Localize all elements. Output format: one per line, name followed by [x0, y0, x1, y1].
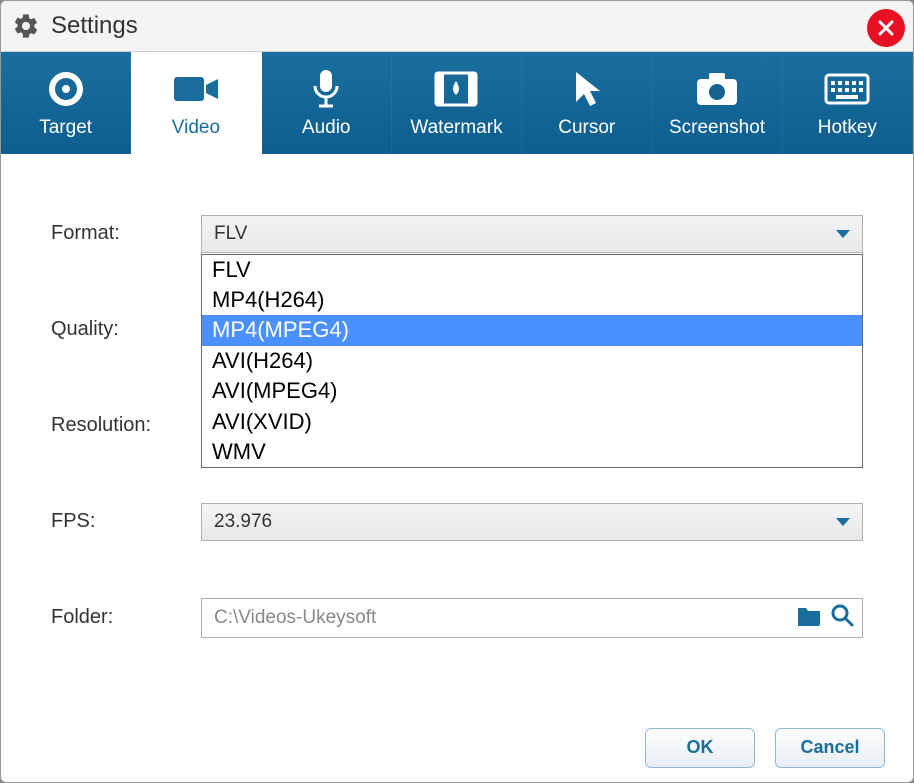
cursor-icon [570, 67, 604, 111]
content-panel: Format: FLV Quality: Resolution: FPS: 23… [1, 154, 913, 714]
tab-label: Hotkey [818, 117, 877, 139]
format-row: Format: FLV [51, 214, 863, 254]
tab-label: Target [39, 117, 92, 139]
close-button[interactable] [867, 9, 905, 47]
format-option[interactable]: AVI(XVID) [202, 407, 862, 437]
format-option[interactable]: AVI(MPEG4) [202, 376, 862, 406]
close-icon [876, 18, 896, 38]
gear-icon [11, 11, 41, 41]
chevron-down-icon [836, 230, 850, 238]
quality-label: Quality: [51, 318, 201, 341]
format-dropdown-list[interactable]: FLV MP4(H264) MP4(MPEG4) AVI(H264) AVI(M… [201, 254, 863, 469]
tab-label: Watermark [410, 117, 502, 139]
microphone-icon [309, 67, 343, 111]
format-option[interactable]: AVI(H264) [202, 346, 862, 376]
ok-button[interactable]: OK [645, 728, 755, 768]
folder-label: Folder: [51, 606, 201, 629]
settings-window: Settings Target Video Audio [0, 0, 914, 783]
fps-row: FPS: 23.976 [51, 502, 863, 542]
format-option[interactable]: FLV [202, 255, 862, 285]
tab-label: Screenshot [669, 117, 765, 139]
open-folder-icon[interactable] [796, 604, 822, 632]
format-combobox[interactable]: FLV [201, 215, 863, 253]
fps-label: FPS: [51, 510, 201, 533]
window-title: Settings [51, 12, 138, 40]
tab-screenshot[interactable]: Screenshot [652, 52, 782, 154]
cancel-button[interactable]: Cancel [775, 728, 885, 768]
folder-value: C:\Videos-Ukeysoft [214, 607, 376, 629]
fps-value: 23.976 [214, 511, 272, 533]
tab-video[interactable]: Video [131, 52, 261, 154]
fps-combobox[interactable]: 23.976 [201, 503, 863, 541]
tab-label: Video [172, 117, 220, 139]
resolution-label: Resolution: [51, 414, 201, 437]
keyboard-icon [824, 67, 870, 111]
titlebar: Settings [1, 1, 913, 52]
target-icon [46, 67, 86, 111]
search-icon[interactable] [830, 603, 854, 633]
tab-label: Audio [302, 117, 351, 139]
format-option[interactable]: MP4(H264) [202, 285, 862, 315]
folder-row: Folder: C:\Videos-Ukeysoft [51, 598, 863, 638]
format-value: FLV [214, 223, 247, 245]
format-option[interactable]: MP4(MPEG4) [202, 315, 862, 345]
tab-label: Cursor [558, 117, 615, 139]
tab-audio[interactable]: Audio [262, 52, 392, 154]
folder-field[interactable]: C:\Videos-Ukeysoft [201, 598, 863, 638]
chevron-down-icon [836, 518, 850, 526]
tab-bar: Target Video Audio Watermark Cursor [1, 52, 913, 154]
watermark-icon [434, 67, 478, 111]
video-camera-icon [172, 67, 220, 111]
tab-watermark[interactable]: Watermark [392, 52, 522, 154]
tab-hotkey[interactable]: Hotkey [783, 52, 913, 154]
tab-cursor[interactable]: Cursor [522, 52, 652, 154]
camera-icon [695, 67, 739, 111]
format-option[interactable]: WMV [202, 437, 862, 467]
format-label: Format: [51, 222, 201, 245]
footer: OK Cancel [1, 714, 913, 782]
tab-target[interactable]: Target [1, 52, 131, 154]
